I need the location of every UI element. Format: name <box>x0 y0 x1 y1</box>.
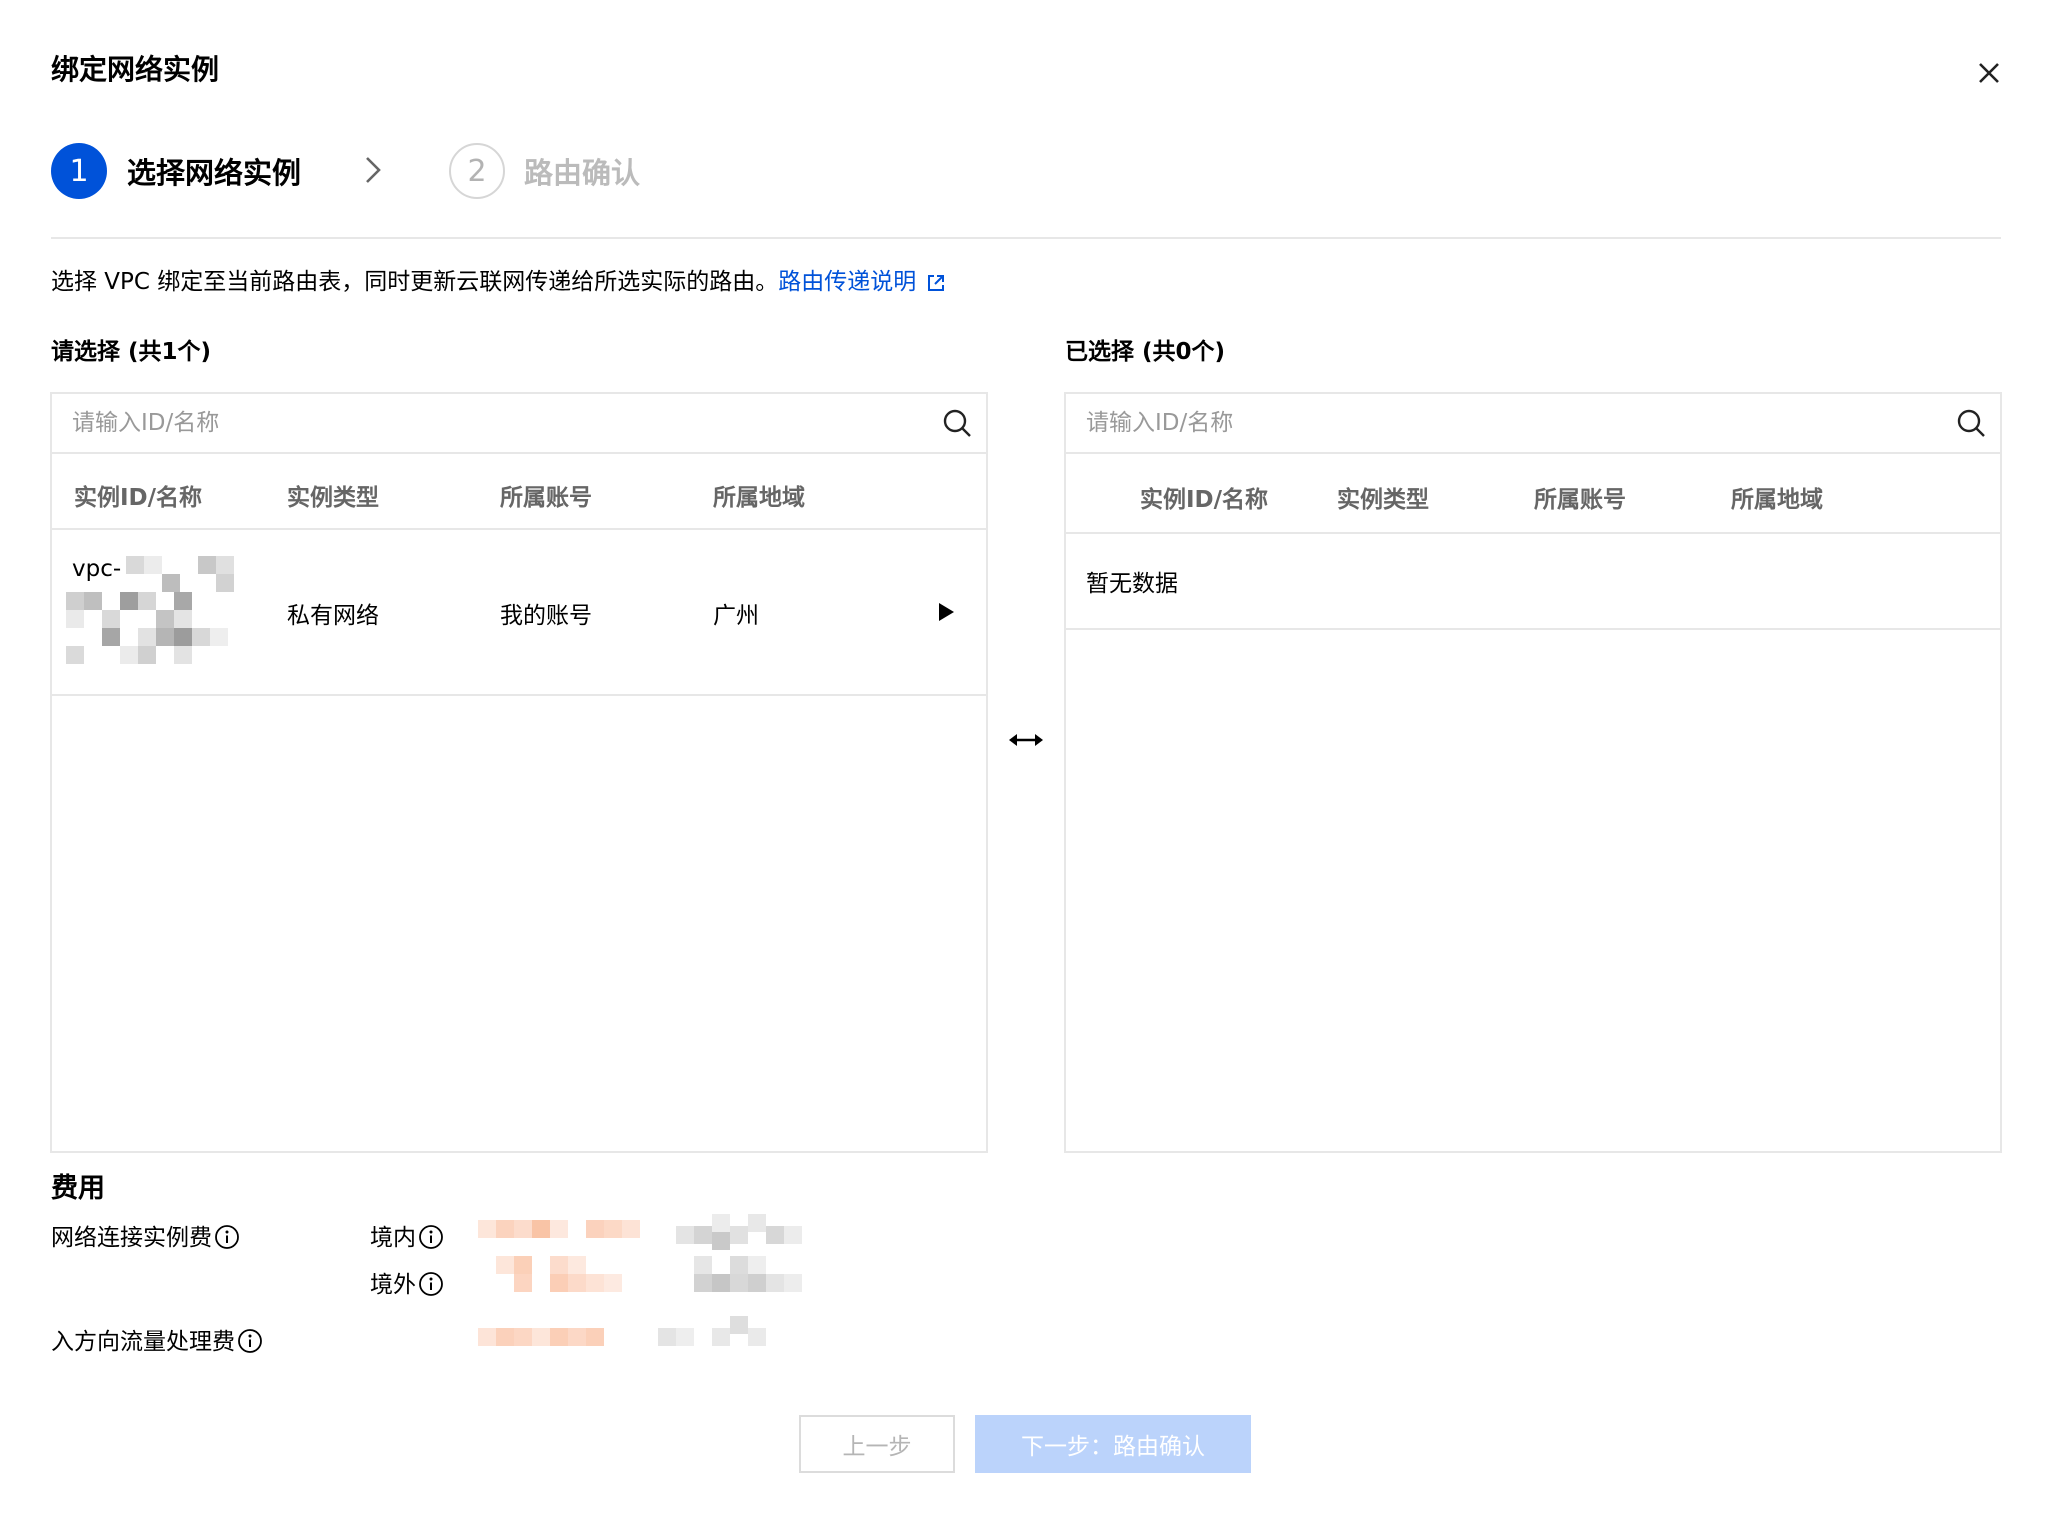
step-2-indicator: 2 <box>449 143 505 199</box>
empty-row: 暂无数据 <box>1066 534 2000 630</box>
redacted-instance-name <box>66 556 246 666</box>
selected-table-header: 实例ID/名称 实例类型 所属账号 所属地域 <box>1066 454 2000 534</box>
col-instance-id: 实例ID/名称 <box>1140 487 1269 513</box>
row-account: 我的账号 <box>500 603 592 629</box>
overseas-text: 境外 <box>370 1272 416 1298</box>
selected-search-input[interactable] <box>1086 406 1906 440</box>
info-icon[interactable] <box>214 1224 240 1250</box>
search-icon[interactable] <box>1956 408 1986 438</box>
col-account: 所属账号 <box>1534 487 1626 513</box>
available-search-input[interactable] <box>72 406 892 440</box>
transfer-arrows-icon <box>1009 734 1043 746</box>
col-instance-id: 实例ID/名称 <box>74 485 203 511</box>
selected-search-box <box>1066 394 2000 454</box>
info-icon[interactable] <box>418 1271 444 1297</box>
table-row[interactable]: vpc- 私有网络 我的账号 广州 <box>52 530 986 696</box>
row-region: 广州 <box>713 603 759 629</box>
network-instance-fee-text: 网络连接实例费 <box>51 1225 212 1251</box>
chevron-right-icon <box>366 157 381 183</box>
description: 选择 VPC 绑定至当前路由表，同时更新云联网传递给所选实际的路由。路由传递说明 <box>51 262 946 296</box>
col-region: 所属地域 <box>713 485 805 511</box>
route-propagation-link[interactable]: 路由传递说明 <box>778 269 916 295</box>
next-button[interactable]: 下一步：路由确认 <box>975 1415 1251 1473</box>
fee-title: 费用 <box>51 1173 105 1204</box>
description-text: 选择 VPC 绑定至当前路由表，同时更新云联网传递给所选实际的路由。 <box>51 269 779 295</box>
selected-panel: 实例ID/名称 实例类型 所属账号 所属地域 暂无数据 <box>1064 392 2002 1153</box>
info-icon[interactable] <box>237 1328 263 1354</box>
info-icon[interactable] <box>418 1224 444 1250</box>
step-2-label: 路由确认 <box>524 156 641 190</box>
col-instance-type: 实例类型 <box>1337 487 1429 513</box>
domestic-label: 境内 <box>370 1218 444 1252</box>
step-1-label: 选择网络实例 <box>127 156 302 190</box>
redacted-fee-values <box>478 1212 840 1372</box>
dialog-title: 绑定网络实例 <box>51 53 220 86</box>
empty-text: 暂无数据 <box>1086 571 1178 597</box>
search-icon[interactable] <box>942 408 972 438</box>
col-region: 所属地域 <box>1731 487 1823 513</box>
domestic-text: 境内 <box>370 1225 416 1251</box>
close-icon[interactable] <box>1976 60 2002 86</box>
prev-button[interactable]: 上一步 <box>799 1415 955 1473</box>
overseas-label: 境外 <box>370 1265 444 1299</box>
inbound-traffic-fee-label: 入方向流量处理费 <box>51 1322 263 1356</box>
play-arrow-icon[interactable] <box>937 602 955 622</box>
col-account: 所属账号 <box>500 485 592 511</box>
selected-title: 已选择 (共0个) <box>1065 339 1226 365</box>
available-panel: 实例ID/名称 实例类型 所属账号 所属地域 vpc- <box>50 392 988 1153</box>
inbound-traffic-fee-text: 入方向流量处理费 <box>51 1329 235 1355</box>
available-title: 请选择 (共1个) <box>51 339 212 365</box>
available-table-header: 实例ID/名称 实例类型 所属账号 所属地域 <box>52 454 986 530</box>
header-divider <box>51 237 2001 239</box>
col-instance-type: 实例类型 <box>287 485 379 511</box>
available-search-box <box>52 394 986 454</box>
step-1-indicator: 1 <box>51 143 107 199</box>
network-instance-fee-label: 网络连接实例费 <box>51 1218 240 1252</box>
external-link-icon[interactable] <box>926 273 946 293</box>
row-instance-type: 私有网络 <box>287 603 379 629</box>
